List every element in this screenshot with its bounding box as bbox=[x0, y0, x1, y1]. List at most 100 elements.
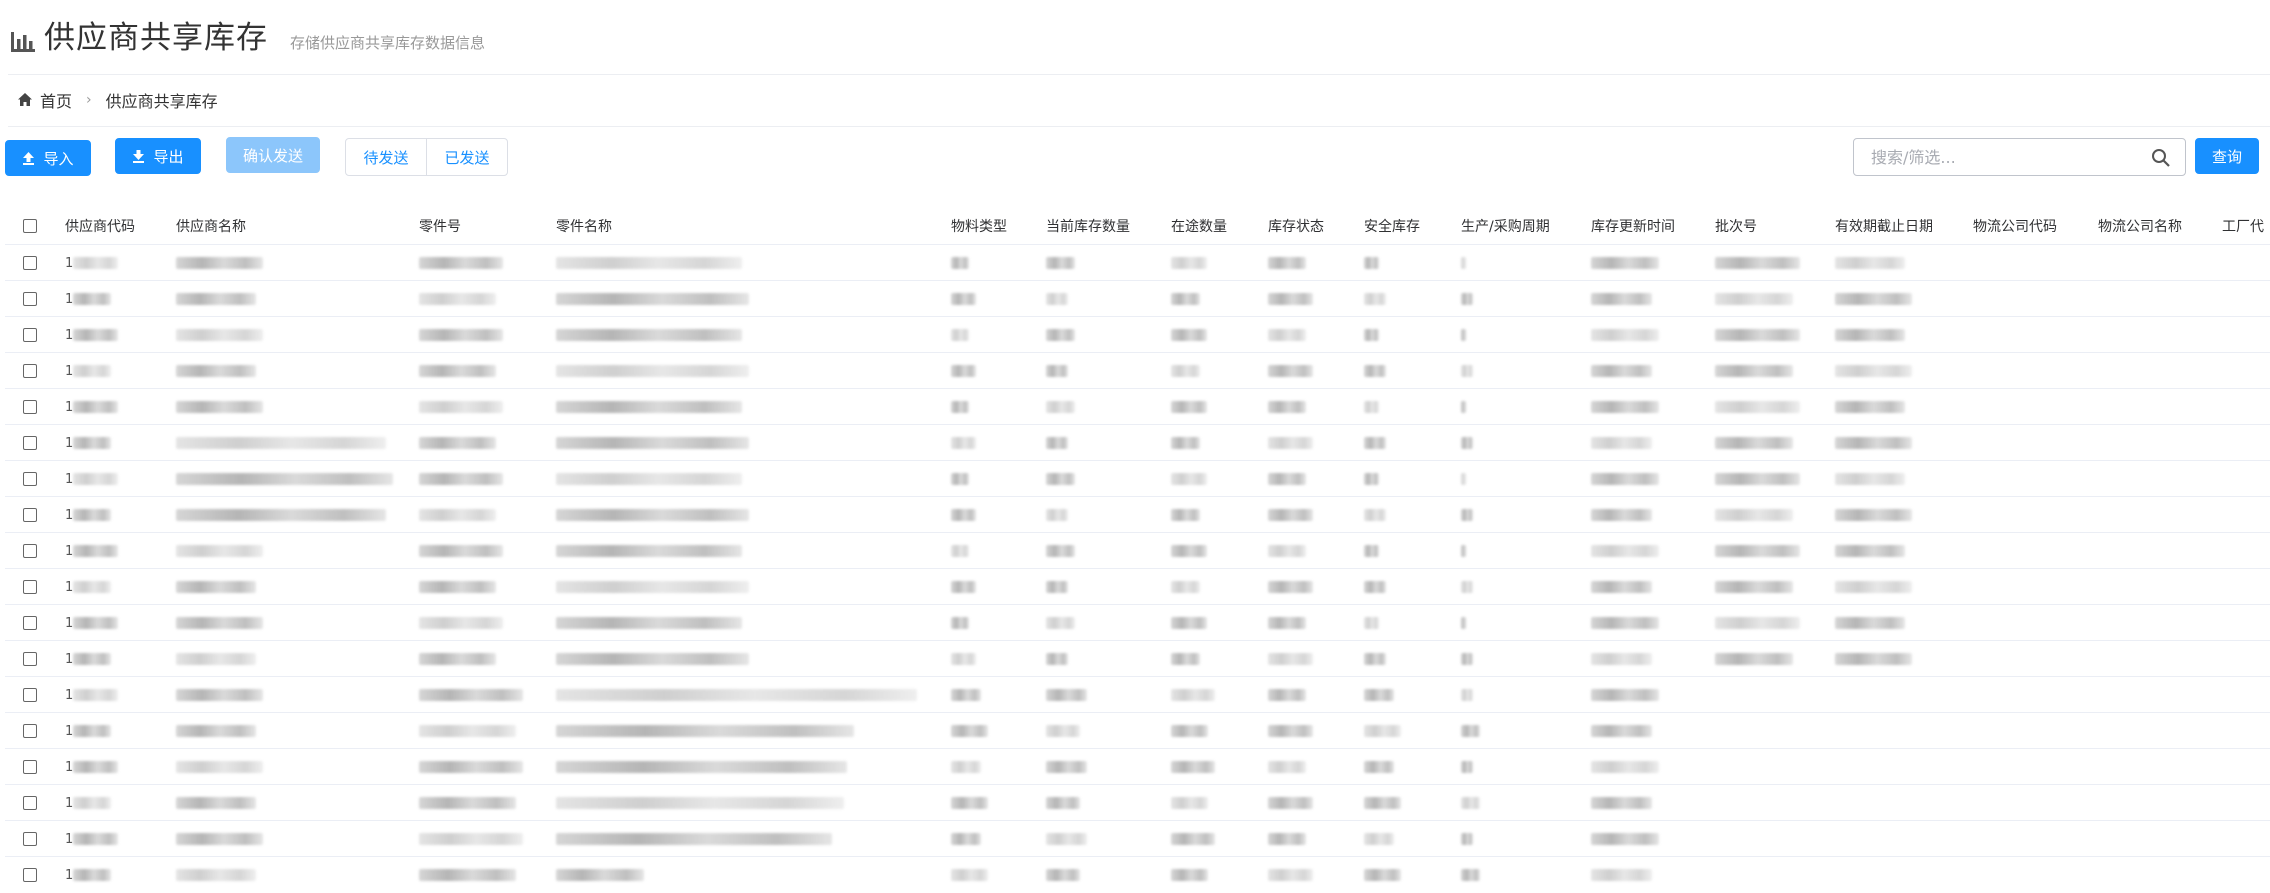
row-checkbox[interactable] bbox=[23, 867, 37, 882]
column-header[interactable]: 供应商代码 bbox=[57, 208, 168, 245]
redacted-value bbox=[1461, 580, 1473, 593]
table-row[interactable]: 1 bbox=[5, 748, 2270, 785]
row-checkbox[interactable] bbox=[23, 507, 37, 522]
table-row[interactable]: 1 bbox=[5, 856, 2270, 888]
table-cell bbox=[1163, 352, 1260, 389]
table-cell bbox=[1356, 784, 1453, 821]
home-icon[interactable] bbox=[18, 91, 32, 110]
row-checkbox[interactable] bbox=[23, 327, 37, 342]
table-cell bbox=[1038, 532, 1163, 569]
table-row[interactable]: 1 bbox=[5, 388, 2270, 425]
search-input[interactable] bbox=[1869, 146, 2143, 168]
row-checkbox[interactable] bbox=[23, 687, 37, 702]
redacted-value bbox=[1364, 472, 1379, 485]
table-cell bbox=[1965, 424, 2090, 461]
table-row[interactable]: 1 bbox=[5, 316, 2270, 353]
column-header[interactable]: 在途数量 bbox=[1163, 208, 1260, 245]
redacted-value bbox=[1835, 292, 1912, 305]
table-cell bbox=[2090, 352, 2214, 389]
table-cell bbox=[168, 856, 411, 888]
redacted-value bbox=[951, 616, 969, 629]
export-button[interactable]: 导出 bbox=[115, 138, 201, 174]
column-header[interactable]: 库存状态 bbox=[1260, 208, 1356, 245]
search-icon[interactable] bbox=[2151, 148, 2171, 172]
table-cell bbox=[1038, 388, 1163, 425]
row-checkbox[interactable] bbox=[23, 399, 37, 414]
row-checkbox[interactable] bbox=[23, 759, 37, 774]
redacted-value bbox=[1591, 832, 1659, 845]
row-checkbox[interactable] bbox=[23, 723, 37, 738]
redacted-value bbox=[1835, 508, 1912, 521]
tab-pending[interactable]: 待发送 bbox=[346, 139, 426, 175]
redacted-value bbox=[1046, 652, 1068, 665]
redacted-value bbox=[556, 508, 749, 521]
table-cell bbox=[1827, 244, 1965, 281]
table-row[interactable]: 1 bbox=[5, 676, 2270, 713]
table-cell bbox=[1583, 676, 1707, 713]
table-cell bbox=[548, 316, 943, 353]
column-header[interactable]: 库存更新时间 bbox=[1583, 208, 1707, 245]
row-checkbox[interactable] bbox=[23, 291, 37, 306]
redacted-value bbox=[176, 472, 393, 485]
table-cell: 1 bbox=[57, 352, 168, 389]
table-cell bbox=[411, 748, 548, 785]
column-header[interactable]: 安全库存 bbox=[1356, 208, 1453, 245]
table-row[interactable]: 1 bbox=[5, 604, 2270, 641]
redacted-value bbox=[1268, 796, 1313, 809]
row-checkbox[interactable] bbox=[23, 615, 37, 630]
row-checkbox[interactable] bbox=[23, 795, 37, 810]
table-cell bbox=[1827, 496, 1965, 533]
column-header[interactable]: 供应商名称 bbox=[168, 208, 411, 245]
row-checkbox[interactable] bbox=[23, 363, 37, 378]
table-row[interactable]: 1 bbox=[5, 532, 2270, 569]
row-checkbox[interactable] bbox=[23, 579, 37, 594]
column-header[interactable]: 物料类型 bbox=[943, 208, 1038, 245]
table-row[interactable]: 1 bbox=[5, 568, 2270, 605]
table-cell bbox=[1260, 856, 1356, 888]
table-cell bbox=[2090, 280, 2214, 317]
table-cell bbox=[1707, 388, 1827, 425]
column-header[interactable]: 零件号 bbox=[411, 208, 548, 245]
table-row[interactable]: 1 bbox=[5, 496, 2270, 533]
column-header[interactable]: 有效期截止日期 bbox=[1827, 208, 1965, 245]
table-cell bbox=[1827, 388, 1965, 425]
column-header[interactable]: 物流公司代码 bbox=[1965, 208, 2090, 245]
select-all-checkbox[interactable] bbox=[23, 219, 37, 233]
row-checkbox[interactable] bbox=[23, 255, 37, 270]
table-row[interactable]: 1 bbox=[5, 352, 2270, 389]
row-checkbox[interactable] bbox=[23, 831, 37, 846]
table-cell bbox=[548, 352, 943, 389]
import-button[interactable]: 导入 bbox=[5, 140, 91, 176]
table-row[interactable]: 1 bbox=[5, 244, 2270, 281]
table-cell bbox=[1583, 316, 1707, 353]
table-cell bbox=[1583, 640, 1707, 677]
column-header[interactable]: 生产/采购周期 bbox=[1453, 208, 1583, 245]
table-cell bbox=[168, 424, 411, 461]
column-header[interactable]: 工厂代 bbox=[2214, 208, 2270, 245]
table-row[interactable]: 1 bbox=[5, 424, 2270, 461]
table-row[interactable]: 1 bbox=[5, 460, 2270, 497]
row-checkbox[interactable] bbox=[23, 471, 37, 486]
table-row[interactable]: 1 bbox=[5, 820, 2270, 857]
row-checkbox[interactable] bbox=[23, 651, 37, 666]
table-row[interactable]: 1 bbox=[5, 784, 2270, 821]
column-header[interactable]: 零件名称 bbox=[548, 208, 943, 245]
tab-sent[interactable]: 已发送 bbox=[426, 139, 507, 175]
table-cell bbox=[411, 424, 548, 461]
table-cell bbox=[1163, 784, 1260, 821]
table-row[interactable]: 1 bbox=[5, 280, 2270, 317]
confirm-send-button[interactable]: 确认发送 bbox=[226, 137, 320, 173]
breadcrumb-home[interactable]: 首页 bbox=[40, 88, 72, 112]
query-button[interactable]: 查询 bbox=[2195, 138, 2259, 174]
row-checkbox[interactable] bbox=[23, 543, 37, 558]
column-header[interactable]: 批次号 bbox=[1707, 208, 1827, 245]
redacted-value bbox=[1171, 724, 1208, 737]
column-header[interactable]: 当前库存数量 bbox=[1038, 208, 1163, 245]
column-header[interactable]: 物流公司名称 bbox=[2090, 208, 2214, 245]
row-checkbox[interactable] bbox=[23, 435, 37, 450]
table-cell bbox=[943, 748, 1038, 785]
table-row[interactable]: 1 bbox=[5, 640, 2270, 677]
table-cell bbox=[1827, 604, 1965, 641]
table-cell bbox=[1163, 712, 1260, 749]
table-row[interactable]: 1 bbox=[5, 712, 2270, 749]
